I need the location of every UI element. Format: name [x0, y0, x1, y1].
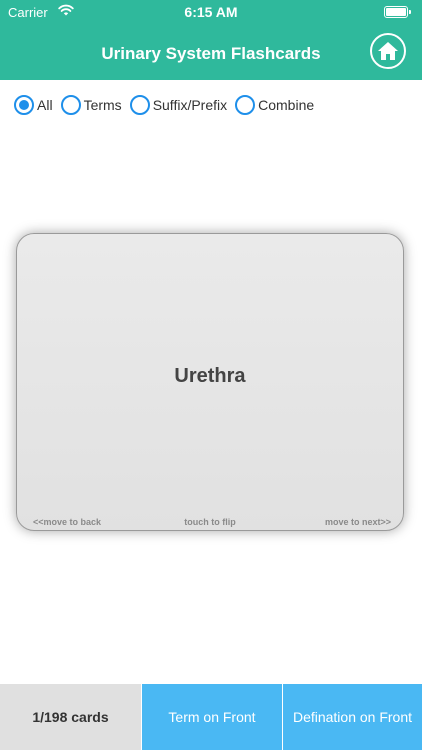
flashcard-term: Urethra — [174, 365, 246, 387]
move-to-next-hint[interactable]: move to next>> — [325, 517, 391, 527]
flashcard[interactable]: Urethra <<move to back touch to flip mov… — [16, 233, 404, 531]
definition-on-front-button[interactable]: Defination on Front — [282, 684, 422, 750]
radio-terms[interactable] — [60, 95, 81, 115]
filter-suffix-prefix[interactable]: Suffix/Prefix — [129, 95, 228, 115]
radio-all[interactable] — [14, 95, 34, 115]
card-count: 1/198 cards — [0, 684, 141, 750]
filter-all[interactable]: All — [14, 95, 53, 115]
filter-combine[interactable]: Combine — [235, 95, 314, 115]
filter-suffix-prefix-label: Suffix/Prefix — [152, 97, 228, 113]
clock: 6:15 AM — [184, 4, 238, 20]
filter-terms[interactable]: Terms — [60, 95, 122, 115]
page-title: Urinary System Flashcards — [101, 44, 321, 63]
navbar: Urinary System Flashcards — [0, 24, 422, 80]
term-on-front-button[interactable]: Term on Front — [141, 684, 282, 750]
home-icon — [378, 42, 398, 60]
status-bar: Carrier 6:15 AM — [0, 0, 422, 24]
filter-radio-group: All Terms Suffix/Prefix Combine — [14, 93, 322, 117]
filter-terms-label: Terms — [83, 97, 122, 113]
bottom-bar: 1/198 cards Term on Front Defination on … — [0, 684, 422, 750]
filter-combine-label: Combine — [258, 97, 315, 113]
radio-combine[interactable] — [235, 95, 256, 115]
battery-icon — [384, 6, 411, 18]
radio-suffix-prefix[interactable] — [129, 95, 150, 115]
home-button[interactable] — [370, 33, 406, 69]
filter-all-label: All — [37, 97, 53, 113]
